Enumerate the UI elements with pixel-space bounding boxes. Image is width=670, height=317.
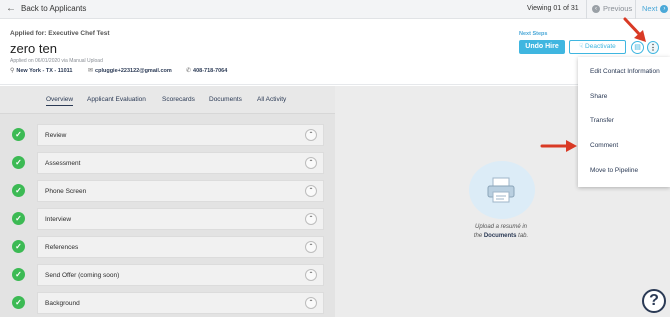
applied-for: Applied for: Executive Chef Test: [10, 30, 110, 37]
menu-item-comment[interactable]: Comment: [590, 142, 618, 149]
phone-text: 408-718-7064: [193, 67, 228, 74]
printer-icon: [487, 177, 515, 203]
step-row-send-offer[interactable]: ✓ Send Offer (coming soon) ⌃: [6, 264, 324, 286]
step-label: Assessment: [45, 160, 81, 167]
previous-label: Previous: [603, 4, 633, 13]
viewing-count: Viewing 01 of 31: [527, 5, 579, 12]
step-label: Background: [45, 300, 80, 307]
deactivate-button[interactable]: ☟ Deactivate: [569, 40, 626, 54]
next-steps-label: Next Steps: [519, 31, 548, 37]
step-row-assessment[interactable]: ✓ Assessment ⌃: [6, 152, 324, 174]
step-row-background[interactable]: ✓ Background ⌃: [6, 292, 324, 314]
back-to-applicants-link[interactable]: ← Back to Applicants: [6, 2, 87, 14]
tab-applicant-evaluation[interactable]: Applicant Evaluation: [87, 96, 146, 103]
check-circle-icon: ✓: [12, 184, 25, 197]
check-circle-icon: ✓: [12, 156, 25, 169]
email[interactable]: ✉ cpluggie+223122@gmail.com: [88, 67, 172, 75]
divider: [586, 0, 587, 19]
tab-documents[interactable]: Documents: [209, 96, 242, 103]
step-label: Phone Screen: [45, 188, 87, 195]
thumbs-down-icon: ☟: [579, 43, 584, 50]
check-circle-icon: ✓: [12, 268, 25, 281]
menu-item-transfer[interactable]: Transfer: [590, 117, 614, 124]
back-label: Back to Applicants: [21, 4, 87, 13]
step-box[interactable]: Background ⌃: [37, 292, 324, 314]
chevron-up-icon[interactable]: ⌃: [305, 185, 317, 197]
top-bar: ← Back to Applicants Viewing 01 of 31 ‹ …: [0, 0, 670, 19]
candidate-name: zero ten: [10, 41, 57, 56]
tab-all-activity[interactable]: All Activity: [257, 96, 286, 103]
chevron-right-icon: ›: [660, 4, 669, 13]
step-box[interactable]: References ⌃: [37, 236, 324, 258]
tab-overview[interactable]: Overview: [46, 96, 74, 106]
check-circle-icon: ✓: [12, 212, 25, 225]
step-box[interactable]: Phone Screen ⌃: [37, 180, 324, 202]
kebab-icon: ⋮: [649, 43, 657, 52]
menu-item-move-to-pipeline[interactable]: Move to Pipeline: [590, 167, 638, 174]
chevron-up-icon[interactable]: ⌃: [305, 297, 317, 309]
chat-icon: ▤: [634, 44, 641, 51]
step-label: Send Offer (coming soon): [45, 272, 120, 279]
deactivate-label: Deactivate: [585, 43, 616, 50]
map-pin-icon: ⚲: [10, 68, 15, 74]
next-button[interactable]: Next ›: [642, 4, 669, 13]
chevron-up-icon[interactable]: ⌃: [305, 129, 317, 141]
step-row-phone-screen[interactable]: ✓ Phone Screen ⌃: [6, 180, 324, 202]
phone-icon: ✆: [186, 68, 192, 74]
step-label: References: [45, 244, 79, 251]
upload-hint-line1: Upload a resumé in: [474, 224, 528, 230]
candidate-header: Applied for: Executive Chef Test zero te…: [0, 19, 670, 85]
step-row-review[interactable]: ✓ Review ⌃: [6, 124, 324, 146]
menu-item-share[interactable]: Share: [590, 93, 607, 100]
location-text: New York - TX - 11011: [16, 67, 73, 74]
next-label: Next: [642, 4, 658, 13]
more-options-menu: Edit Contact Information Share Transfer …: [578, 57, 670, 187]
upload-hint: Upload a resumé in the Documents tab.: [468, 223, 534, 241]
question-mark-icon: ?: [649, 292, 659, 309]
tab-bar: Overview Applicant Evaluation Scorecards…: [0, 86, 335, 114]
documents-link[interactable]: Documents: [484, 233, 517, 239]
email-text: cpluggie+223122@gmail.com: [95, 67, 172, 74]
check-circle-icon: ✓: [12, 240, 25, 253]
help-button[interactable]: ?: [642, 289, 666, 313]
message-button[interactable]: ▤: [631, 41, 644, 54]
upload-hint-the: the: [473, 233, 483, 239]
more-options-button[interactable]: ⋮: [647, 41, 659, 54]
previous-button[interactable]: ‹ Previous: [592, 4, 632, 13]
menu-item-edit-contact[interactable]: Edit Contact Information: [590, 68, 660, 75]
check-circle-icon: ✓: [12, 128, 25, 141]
step-box[interactable]: Assessment ⌃: [37, 152, 324, 174]
chevron-up-icon[interactable]: ⌃: [305, 157, 317, 169]
chevron-up-icon[interactable]: ⌃: [305, 213, 317, 225]
step-label: Interview: [45, 216, 72, 223]
envelope-icon: ✉: [88, 68, 94, 74]
step-row-interview[interactable]: ✓ Interview ⌃: [6, 208, 324, 230]
step-box[interactable]: Review ⌃: [37, 124, 324, 146]
phone[interactable]: ✆ 408-718-7064: [186, 67, 228, 75]
step-box[interactable]: Interview ⌃: [37, 208, 324, 230]
chevron-left-icon: ‹: [592, 4, 600, 13]
arrow-left-icon: ←: [6, 2, 16, 14]
step-box[interactable]: Send Offer (coming soon) ⌃: [37, 264, 324, 286]
applied-note: Applied on 06/01/2020 via Manual Upload: [10, 58, 103, 64]
tab-scorecards[interactable]: Scorecards: [162, 96, 195, 103]
location: ⚲ New York - TX - 11011: [10, 67, 73, 75]
step-label: Review: [45, 132, 67, 139]
chevron-up-icon[interactable]: ⌃: [305, 241, 317, 253]
undo-hire-button[interactable]: Undo Hire: [519, 40, 565, 54]
check-circle-icon: ✓: [12, 296, 25, 309]
chevron-up-icon[interactable]: ⌃: [305, 269, 317, 281]
upload-hint-tab: tab.: [518, 233, 529, 239]
step-row-references[interactable]: ✓ References ⌃: [6, 236, 324, 258]
divider: [635, 0, 636, 19]
